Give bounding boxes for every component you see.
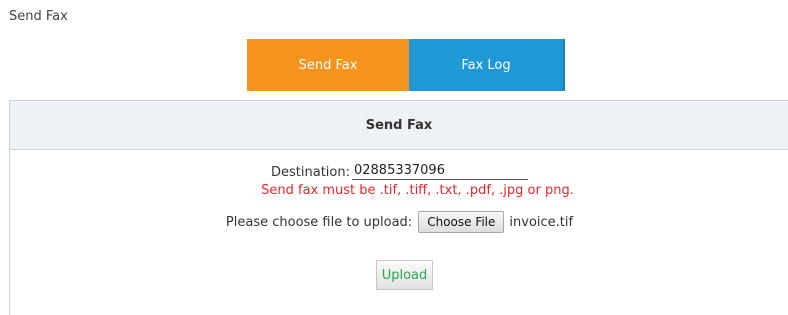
- tab-fax-log[interactable]: Fax Log: [409, 39, 565, 91]
- file-upload-label: Please choose file to upload:: [225, 214, 413, 230]
- tab-send-fax[interactable]: Send Fax: [247, 39, 409, 91]
- destination-label: Destination:: [271, 165, 350, 180]
- send-fax-panel: Send Fax Destination: Send fax must be .…: [9, 100, 788, 315]
- destination-row: Destination:: [10, 158, 788, 180]
- destination-input[interactable]: [351, 163, 528, 180]
- panel-header: Send Fax: [10, 101, 788, 150]
- file-upload-row: Please choose file to upload: Choose Fil…: [10, 209, 788, 235]
- selected-file-name: invoice.tif: [509, 214, 574, 230]
- tab-bar: Send Fax Fax Log: [247, 39, 565, 91]
- upload-button[interactable]: Upload: [376, 260, 433, 290]
- choose-file-button[interactable]: Choose File: [418, 211, 505, 233]
- page-title: Send Fax: [9, 9, 68, 24]
- file-type-note: Send fax must be .tif, .tiff, .txt, .pdf…: [261, 183, 574, 198]
